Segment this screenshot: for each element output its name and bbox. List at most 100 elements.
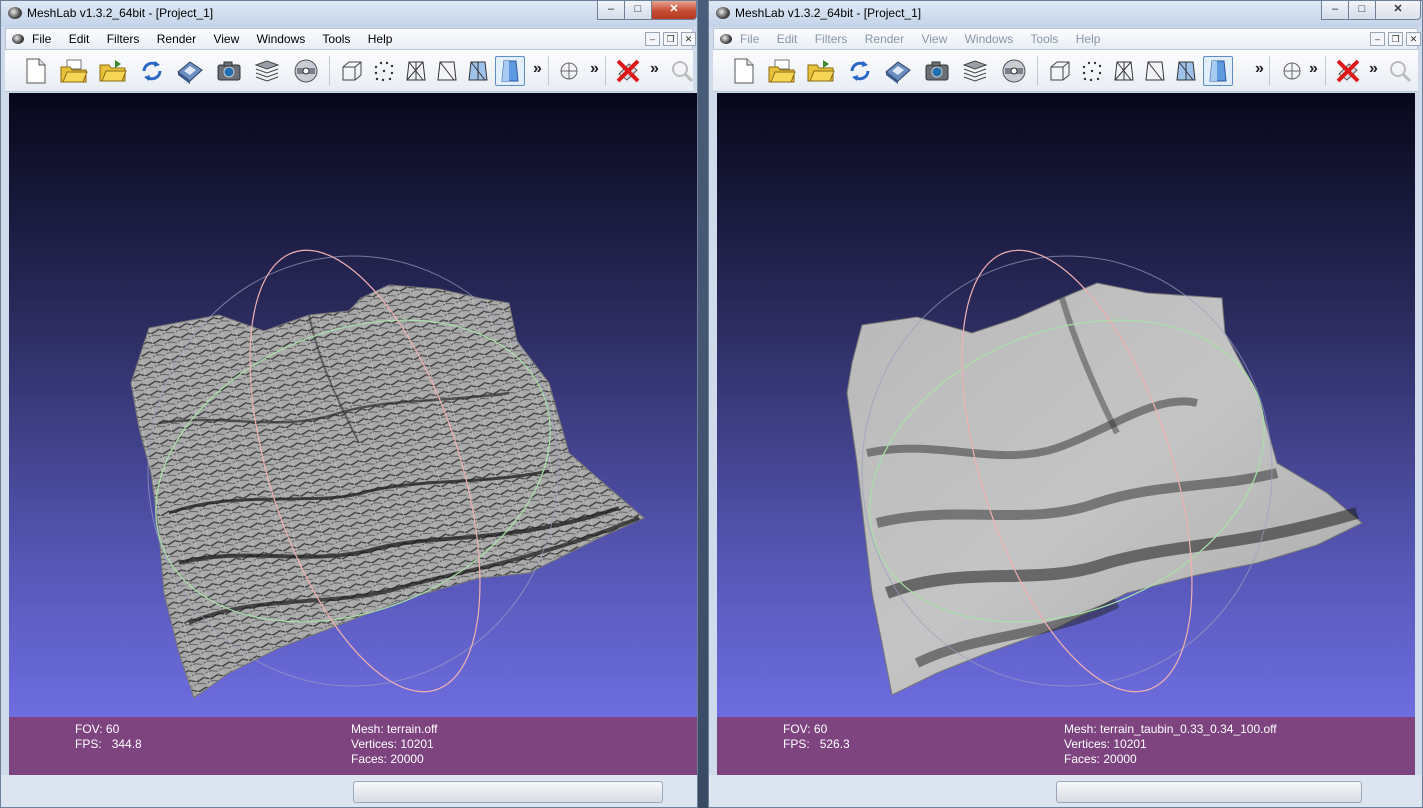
fps-value: 526.3: [819, 737, 850, 751]
title-bar[interactable]: MeshLab v1.3.2_64bit - [Project_1] – □ ✕: [1, 1, 697, 27]
window-maximize-button[interactable]: □: [1348, 1, 1376, 20]
mdi-minimize-button[interactable]: –: [645, 32, 660, 46]
reload-icon[interactable]: [845, 56, 875, 86]
delete-icon[interactable]: [1333, 56, 1363, 86]
menu-windows[interactable]: Windows: [257, 32, 306, 46]
fps-label: FPS:: [75, 737, 102, 751]
hidden-lines-icon[interactable]: [1140, 56, 1170, 86]
raster-icon[interactable]: [999, 56, 1029, 86]
open-project-icon[interactable]: [59, 56, 89, 86]
info-overlay: FOV: 60 FPS: 526.3 Mesh: terrain_taubin_…: [717, 717, 1415, 775]
open-mesh-icon[interactable]: [806, 56, 836, 86]
menu-file[interactable]: File: [32, 32, 51, 46]
delete-icon[interactable]: [613, 56, 643, 86]
terrain-mesh-render: [846, 249, 1363, 696]
window-maximize-button[interactable]: □: [624, 1, 652, 20]
menu-windows[interactable]: Windows: [965, 32, 1014, 46]
menu-filters[interactable]: Filters: [107, 32, 140, 46]
fov-label: FOV: 60: [75, 722, 120, 736]
hidden-lines-icon[interactable]: [432, 56, 462, 86]
wireframe-icon[interactable]: [401, 56, 431, 86]
points-icon[interactable]: [1077, 56, 1107, 86]
light-icon[interactable]: [1277, 56, 1307, 86]
toolbar-more-button[interactable]: »: [590, 60, 599, 78]
mdi-restore-button[interactable]: ❐: [1388, 32, 1403, 46]
save-icon[interactable]: [175, 56, 205, 86]
menu-view[interactable]: View: [213, 32, 239, 46]
flat-shading-icon[interactable]: [1203, 56, 1233, 86]
menu-file[interactable]: File: [740, 32, 759, 46]
window-close-button[interactable]: ✕: [1375, 1, 1421, 20]
search-icon[interactable]: [667, 56, 697, 86]
meshlab-window-right[interactable]: MeshLab v1.3.2_64bit - [Project_1] – □ ✕…: [708, 0, 1423, 808]
new-project-icon[interactable]: [21, 56, 51, 86]
toolbar-separator: [329, 56, 330, 86]
layers-icon[interactable]: [960, 56, 990, 86]
menu-render[interactable]: Render: [157, 32, 196, 46]
toolbar-more-button[interactable]: »: [1309, 60, 1318, 78]
document-icon[interactable]: [12, 34, 24, 44]
title-bar[interactable]: MeshLab v1.3.2_64bit - [Project_1] – □ ✕: [709, 1, 1422, 27]
flat-lines-icon[interactable]: [1171, 56, 1201, 86]
new-project-icon[interactable]: [729, 56, 759, 86]
menu-help[interactable]: Help: [1076, 32, 1101, 46]
window-minimize-button[interactable]: –: [597, 1, 625, 20]
menu-bar: File Edit Filters Render View Windows To…: [5, 28, 696, 50]
meshlab-app-icon: [8, 7, 22, 19]
main-toolbar: » » »: [5, 50, 694, 92]
mdi-restore-button[interactable]: ❐: [663, 32, 678, 46]
snapshot-icon[interactable]: [214, 56, 244, 86]
3d-viewport[interactable]: [717, 93, 1415, 717]
save-icon[interactable]: [883, 56, 913, 86]
progress-bar: [1056, 781, 1362, 803]
vertex-count: Vertices: 10201: [351, 737, 434, 751]
flat-lines-icon[interactable]: [463, 56, 493, 86]
menu-edit[interactable]: Edit: [777, 32, 798, 46]
reload-icon[interactable]: [137, 56, 167, 86]
window-title: MeshLab v1.3.2_64bit - [Project_1]: [735, 6, 922, 20]
mdi-close-button[interactable]: ✕: [1406, 32, 1421, 46]
toolbar-separator: [605, 56, 606, 86]
toolbar-separator: [1325, 56, 1326, 86]
menu-edit[interactable]: Edit: [69, 32, 90, 46]
flat-shading-icon[interactable]: [495, 56, 525, 86]
menu-render[interactable]: Render: [865, 32, 904, 46]
bounding-box-icon[interactable]: [337, 56, 367, 86]
mdi-close-button[interactable]: ✕: [681, 32, 696, 46]
menu-tools[interactable]: Tools: [1030, 32, 1058, 46]
open-mesh-icon[interactable]: [98, 56, 128, 86]
menu-bar: File Edit Filters Render View Windows To…: [713, 28, 1421, 50]
meshlab-app-icon: [716, 7, 730, 19]
fps-label: FPS:: [783, 737, 810, 751]
status-bar: [709, 775, 1422, 807]
points-icon[interactable]: [369, 56, 399, 86]
raster-icon[interactable]: [291, 56, 321, 86]
menu-view[interactable]: View: [921, 32, 947, 46]
open-project-icon[interactable]: [767, 56, 797, 86]
layers-icon[interactable]: [252, 56, 282, 86]
menu-help[interactable]: Help: [368, 32, 393, 46]
terrain-mesh-render: [130, 249, 645, 699]
window-minimize-button[interactable]: –: [1321, 1, 1349, 20]
3d-viewport[interactable]: [9, 93, 697, 717]
toolbar-more-button[interactable]: »: [650, 60, 659, 78]
meshlab-window-left[interactable]: MeshLab v1.3.2_64bit - [Project_1] – □ ✕…: [0, 0, 698, 808]
toolbar-separator: [1037, 56, 1038, 86]
window-close-button[interactable]: ✕: [651, 1, 697, 20]
document-icon[interactable]: [720, 34, 732, 44]
toolbar-more-button[interactable]: »: [1255, 60, 1264, 78]
fov-label: FOV: 60: [783, 722, 828, 736]
snapshot-icon[interactable]: [922, 56, 952, 86]
mdi-minimize-button[interactable]: –: [1370, 32, 1385, 46]
fps-value: 344.8: [111, 737, 142, 751]
search-icon[interactable]: [1385, 56, 1415, 86]
menu-filters[interactable]: Filters: [815, 32, 848, 46]
bounding-box-icon[interactable]: [1045, 56, 1075, 86]
face-count: Faces: 20000: [1064, 752, 1137, 766]
light-icon[interactable]: [554, 56, 584, 86]
toolbar-more-button[interactable]: »: [533, 60, 542, 78]
toolbar-more-button[interactable]: »: [1369, 60, 1378, 78]
menu-tools[interactable]: Tools: [322, 32, 350, 46]
info-overlay: FOV: 60 FPS: 344.8 Mesh: terrain.off Ver…: [9, 717, 697, 775]
wireframe-icon[interactable]: [1109, 56, 1139, 86]
